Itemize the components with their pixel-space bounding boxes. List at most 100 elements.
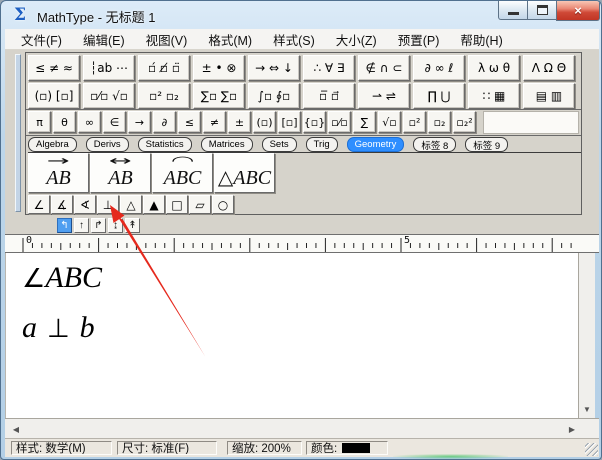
menu-item[interactable]: 预置(P) (390, 29, 448, 50)
template-palette-button[interactable]: ∏ ⋃ (413, 83, 465, 109)
geometry-template-button[interactable]: → AB (28, 153, 89, 193)
resize-grip[interactable] (585, 443, 598, 456)
geometry-symbol-button[interactable]: ∠ (28, 195, 50, 214)
overscript-icon: ↔ (109, 158, 132, 167)
geometry-template-row: → AB ↔ AB ◠ ABC △ABC (28, 153, 275, 193)
symbol-palette-button[interactable]: ∴ ∀ ∃ (303, 55, 355, 81)
small-bar-button[interactable]: θ (53, 111, 76, 133)
small-bar-button[interactable]: ∞ (78, 111, 101, 133)
template-palette-row: (▫) [▫]▫⁄▫ √▫▫² ▫₂∑▫ ∑▫∫▫ ∮▫▫̅ ▫⃗⇀ ⇌∏ ⋃∷… (28, 83, 575, 109)
palette-tab[interactable]: Derivs (86, 137, 129, 152)
template-palette-button[interactable]: ▫² ▫₂ (138, 83, 190, 109)
equation-line-2: a⊥b (22, 311, 95, 345)
palette-tab[interactable]: Sets (262, 137, 297, 152)
title-bar[interactable]: Σ MathType - 无标题 1 × (1, 1, 602, 29)
small-bar-button[interactable]: ≠ (203, 111, 226, 133)
template-palette-button[interactable]: ∷ ▦ (468, 83, 520, 109)
palette-tab[interactable]: Trig (306, 137, 338, 152)
minimize-button[interactable] (498, 1, 528, 20)
small-bar-button[interactable]: ▫⁄▫ (328, 111, 351, 133)
close-button[interactable]: × (556, 1, 600, 21)
geometry-symbol-button[interactable]: ○ (212, 195, 234, 214)
toolbar-gripper[interactable] (15, 54, 21, 212)
equation-canvas[interactable]: ∠ABC a⊥b (5, 253, 578, 418)
menu-item[interactable]: 大小(Z) (328, 29, 385, 50)
caption-buttons: × (498, 1, 600, 21)
palette-tab[interactable]: 标签 8 (413, 137, 456, 152)
template-palette-button[interactable]: ▫̅ ▫⃗ (303, 83, 355, 109)
small-bar-button[interactable]: [▫] (278, 111, 301, 133)
template-palette-button[interactable]: ▤ ▥ (523, 83, 575, 109)
tabstop-button[interactable]: ↱ (91, 218, 106, 233)
palette-tab[interactable]: Matrices (201, 137, 253, 152)
small-bar-button[interactable]: ∈ (103, 111, 126, 133)
status-field: 缩放: 200% (227, 441, 302, 455)
symbol-palette-button[interactable]: ∂ ∞ ℓ (413, 55, 465, 81)
small-bar-button[interactable]: ▫₂ (428, 111, 451, 133)
ruler[interactable]: 05 (5, 234, 599, 253)
small-bar-button[interactable]: √▫ (378, 111, 401, 133)
small-bar-row: πθ∞∈→∂≤≠±(▫)[▫]{▫}▫⁄▫∑√▫▫²▫₂▫₂² (28, 111, 476, 133)
template-palette-button[interactable]: ∫▫ ∮▫ (248, 83, 300, 109)
symbol-palette-button[interactable]: ▫́ ▫̸ ▫̈ (138, 55, 190, 81)
color-swatch (342, 443, 370, 453)
geometry-template-button[interactable]: △ABC (214, 153, 275, 193)
menu-item[interactable]: 编辑(E) (75, 29, 133, 50)
tabstop-button[interactable]: ↟ (125, 218, 140, 233)
vertical-scrollbar[interactable]: ▼ (578, 253, 595, 418)
scroll-left-button[interactable]: ◀ (9, 422, 23, 436)
menu-item[interactable]: 帮助(H) (452, 29, 510, 50)
palette-tab-bar: Algebra Derivs Statistics Matrices Sets Trig G… (28, 137, 581, 153)
tabstop-button[interactable]: ↰ (57, 218, 72, 233)
menu-item[interactable]: 样式(S) (265, 29, 323, 50)
small-bar-button[interactable]: ∑ (353, 111, 376, 133)
geometry-symbol-button[interactable]: ▲ (143, 195, 165, 214)
symbol-palette-button[interactable]: → ⇔ ↓ (248, 55, 300, 81)
symbol-palette-button[interactable]: λ ω θ (468, 55, 520, 81)
palette-tab[interactable]: Statistics (138, 137, 192, 152)
small-bar-button[interactable]: → (128, 111, 151, 133)
geometry-template-button[interactable]: ◠ ABC (152, 153, 213, 193)
toolbar: ≤ ≠ ≈┆ab ⋯▫́ ▫̸ ▫̈± • ⊗→ ⇔ ↓∴ ∀ ∃∉ ∩ ⊂∂ … (5, 50, 599, 217)
small-bar-button[interactable]: (▫) (253, 111, 276, 133)
tabstop-icon: ↟ (128, 220, 136, 231)
menu-item[interactable]: 视图(V) (138, 29, 196, 50)
scroll-down-button[interactable]: ▼ (580, 402, 594, 416)
geometry-template-button[interactable]: ↔ AB (90, 153, 151, 193)
palette-tab[interactable]: Geometry (347, 137, 405, 152)
template-palette-button[interactable]: ⇀ ⇌ (358, 83, 410, 109)
template-palette-button[interactable]: (▫) [▫] (28, 83, 80, 109)
symbol-palette-button[interactable]: ┆ab ⋯ (83, 55, 135, 81)
template-palette-button[interactable]: ∑▫ ∑▫ (193, 83, 245, 109)
small-bar-button[interactable]: {▫} (303, 111, 326, 133)
symbol-palette-button[interactable]: Λ Ω Θ (523, 55, 575, 81)
small-bar-button[interactable]: ▫² (403, 111, 426, 133)
empty-bar-slot (483, 111, 579, 134)
symbol-palette-button[interactable]: ∉ ∩ ⊂ (358, 55, 410, 81)
symbol-palette-button[interactable]: ≤ ≠ ≈ (28, 55, 80, 81)
geometry-symbol-button[interactable]: ∡ (51, 195, 73, 214)
geometry-symbol-button[interactable]: □ (166, 195, 188, 214)
small-bar-button[interactable]: ▫₂² (453, 111, 476, 133)
geometry-symbol-button[interactable]: ⊥ (97, 195, 119, 214)
tabstop-button[interactable]: ↑ (74, 218, 89, 233)
restore-button[interactable] (528, 1, 556, 20)
tabstop-button[interactable]: ↨ (108, 218, 123, 233)
small-bar-button[interactable]: ± (228, 111, 251, 133)
symbol-palette-button[interactable]: ± • ⊗ (193, 55, 245, 81)
mathtype-window: Σ MathType - 无标题 1 × 文件(F)编辑(E)视图(V)格式(M… (0, 0, 602, 460)
geometry-symbol-button[interactable]: ∢ (74, 195, 96, 214)
geometry-symbol-button[interactable]: △ (120, 195, 142, 214)
geometry-symbol-button[interactable]: ▱ (189, 195, 211, 214)
scroll-right-button[interactable]: ▶ (565, 422, 579, 436)
small-bar-button[interactable]: ∂ (153, 111, 176, 133)
menu-item[interactable]: 文件(F) (13, 29, 70, 50)
small-bar-button[interactable]: ≤ (178, 111, 201, 133)
palette-tab[interactable]: 标签 9 (465, 137, 508, 152)
menu-item[interactable]: 格式(M) (200, 29, 260, 50)
palette-tab[interactable]: Algebra (28, 137, 77, 152)
horizontal-scrollbar[interactable]: ◀ ▶ (5, 418, 599, 438)
template-palette-button[interactable]: ▫⁄▫ √▫ (83, 83, 135, 109)
symbol-palette-row-1: ≤ ≠ ≈┆ab ⋯▫́ ▫̸ ▫̈± • ⊗→ ⇔ ↓∴ ∀ ∃∉ ∩ ⊂∂ … (28, 55, 575, 81)
small-bar-button[interactable]: π (28, 111, 51, 133)
